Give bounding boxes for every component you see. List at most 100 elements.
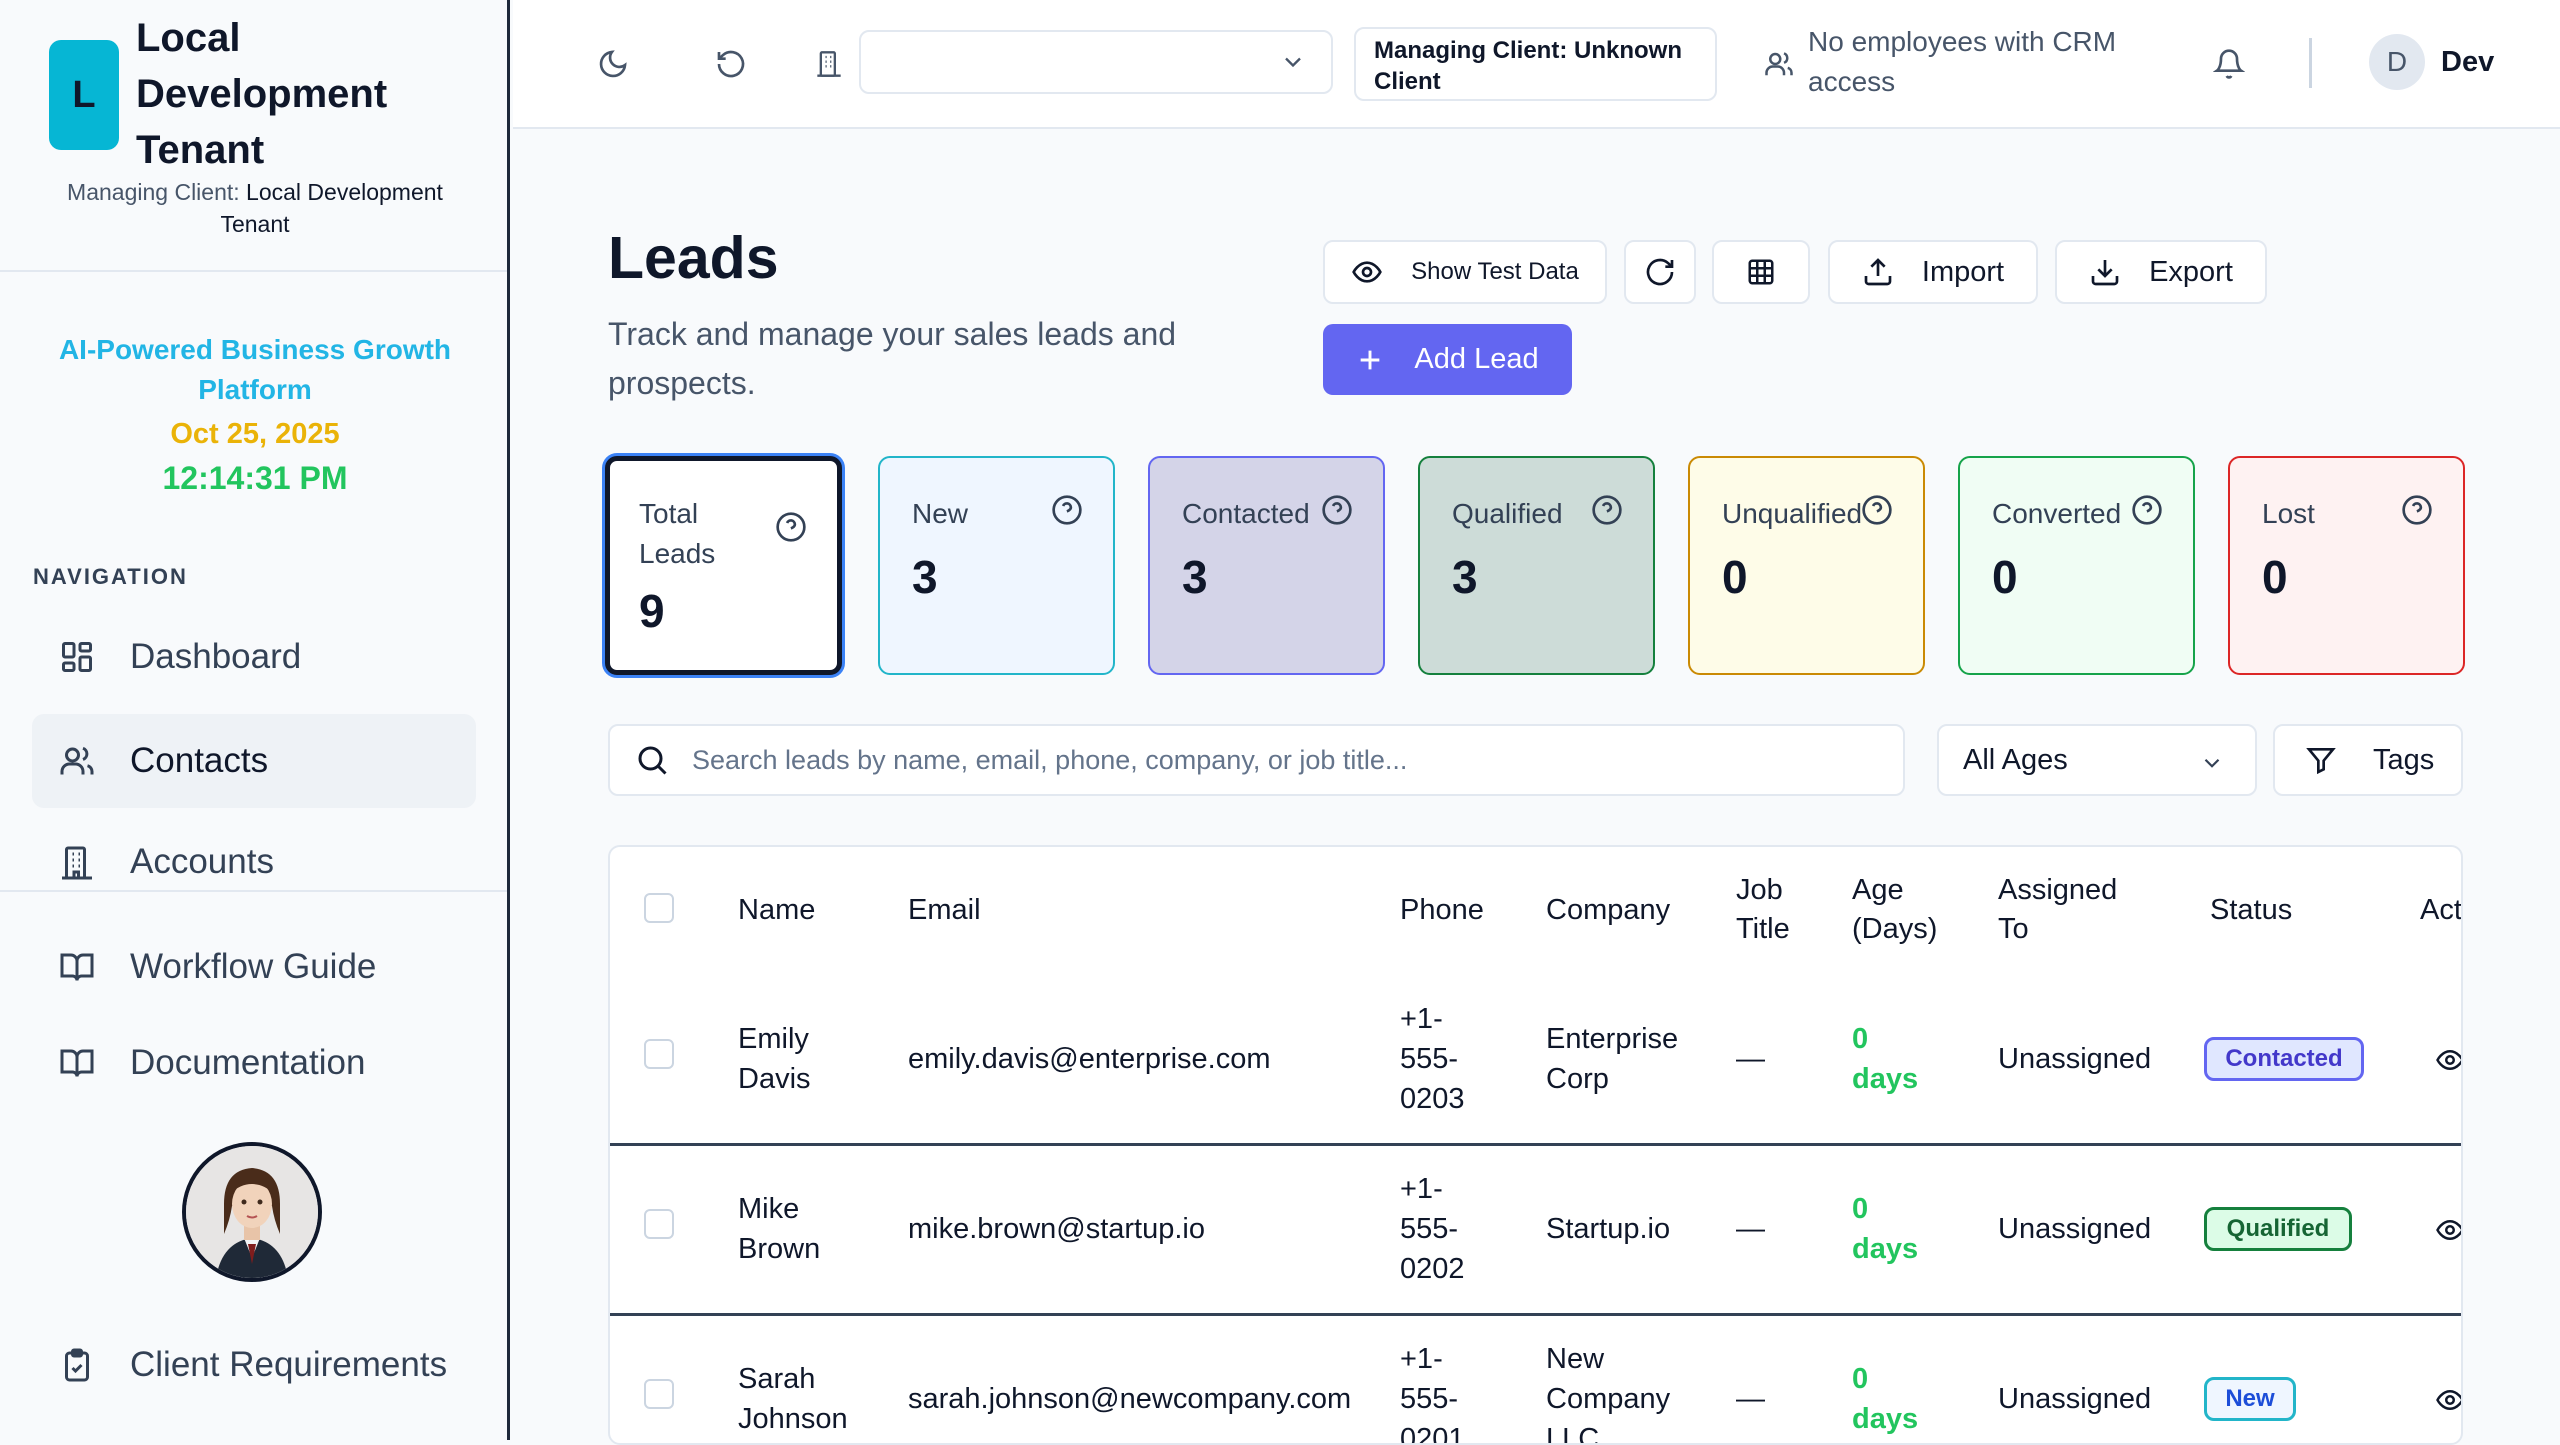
column-header-company[interactable]: Company [1546, 891, 1670, 930]
lead-name[interactable]: Mike Brown [738, 1189, 848, 1269]
users-icon [1759, 44, 1799, 84]
platform-tagline: AI-Powered Business Growth Platform [58, 334, 452, 405]
help-icon[interactable] [2131, 494, 2163, 526]
users-icon [56, 740, 98, 782]
crm-access-status: No employees with CRM access [1808, 26, 2117, 97]
lead-phone: +1-555-0201 [1400, 1343, 1465, 1445]
managing-client-prefix: Managing Client: [67, 179, 240, 205]
lead-name[interactable]: Emily Davis [738, 1019, 848, 1099]
eye-icon[interactable] [2435, 1045, 2461, 1075]
building-icon[interactable] [809, 44, 849, 84]
age-filter-value: All Ages [1963, 743, 2068, 776]
column-header-job-title[interactable]: Job Title [1736, 871, 1796, 949]
search-icon [634, 742, 670, 778]
moon-icon[interactable] [593, 44, 633, 84]
stat-card-new[interactable]: New 3 [878, 456, 1115, 675]
managing-client-badge: Managing Client: Unknown Client [1354, 27, 1717, 101]
bell-icon[interactable] [2209, 44, 2249, 84]
row-checkbox[interactable] [644, 1379, 674, 1409]
nav-item-contacts[interactable]: Contacts [32, 714, 476, 808]
tags-filter-button[interactable]: Tags [2273, 724, 2463, 796]
stat-label: Converted [1992, 498, 2122, 529]
nav-label: Workflow Guide [130, 947, 377, 986]
stat-card-total-leads[interactable]: Total Leads 9 [605, 456, 842, 675]
column-header-name[interactable]: Name [738, 891, 815, 930]
add-lead-button[interactable]: Add Lead [1323, 324, 1572, 395]
stat-value: 3 [1452, 551, 1478, 603]
nav-item-workflow-guide[interactable]: Workflow Guide [32, 920, 476, 1014]
status-badge[interactable]: Contacted [2204, 1037, 2364, 1081]
status-badge[interactable]: Qualified [2204, 1207, 2352, 1251]
row-divider [610, 1313, 2461, 1316]
button-label: Add Lead [1414, 343, 1539, 375]
help-icon[interactable] [2401, 494, 2433, 526]
stat-card-lost[interactable]: Lost 0 [2228, 456, 2465, 675]
select-all-checkbox[interactable] [644, 893, 674, 923]
help-icon[interactable] [1051, 494, 1083, 526]
lead-company: Startup.io [1546, 1213, 1671, 1245]
stat-card-unqualified[interactable]: Unqualified 0 [1688, 456, 1925, 675]
stat-label: Qualified [1452, 498, 1563, 529]
search-input[interactable]: Search leads by name, email, phone, comp… [608, 724, 1905, 796]
show-test-data-button[interactable]: Show Test Data [1323, 240, 1607, 304]
row-checkbox[interactable] [644, 1039, 674, 1069]
user-avatar[interactable]: D [2369, 34, 2425, 90]
page-subtitle: Track and manage your sales leads and pr… [608, 316, 1177, 401]
stat-label: Unqualified [1722, 498, 1863, 529]
eye-icon[interactable] [2435, 1215, 2461, 1245]
age-filter-select[interactable]: All Ages [1937, 724, 2257, 796]
eye-icon[interactable] [2435, 1385, 2461, 1415]
nav-label: Documentation [130, 1043, 366, 1082]
divider [0, 890, 507, 892]
divider [2309, 38, 2312, 88]
building-icon [56, 842, 98, 884]
tenant-select[interactable] [859, 30, 1333, 94]
user-name[interactable]: Dev [2441, 46, 2494, 79]
help-icon[interactable] [1591, 494, 1623, 526]
lead-name[interactable]: Sarah Johnson [738, 1359, 878, 1439]
help-icon[interactable] [1861, 494, 1893, 526]
column-header-email[interactable]: Email [908, 891, 981, 930]
stat-label: Total Leads [639, 498, 716, 569]
import-button[interactable]: Import [1828, 240, 2038, 304]
plus-icon [1356, 346, 1384, 374]
row-checkbox[interactable] [644, 1209, 674, 1239]
current-date: Oct 25, 2025 [170, 418, 340, 450]
lead-phone: +1-555-0203 [1400, 1003, 1465, 1115]
column-header-assigned-to[interactable]: Assigned To [1998, 871, 2138, 949]
upload-icon [1862, 256, 1894, 288]
stat-card-qualified[interactable]: Qualified 3 [1418, 456, 1655, 675]
status-badge[interactable]: New [2204, 1377, 2296, 1421]
nav-item-accounts[interactable]: Accounts [32, 818, 476, 890]
stat-card-contacted[interactable]: Contacted 3 [1148, 456, 1385, 675]
lead-company: Enterprise Corp [1546, 1023, 1679, 1095]
column-header-status[interactable]: Status [2210, 891, 2292, 930]
brand-logo: L [49, 40, 119, 150]
help-icon[interactable] [1321, 494, 1353, 526]
managing-client-value: Local Development Tenant [220, 179, 443, 237]
nav-label: Dashboard [130, 637, 302, 676]
export-button[interactable]: Export [2055, 240, 2267, 304]
nav-item-client-requirements[interactable]: Client Requirements [32, 1318, 476, 1412]
assistant-avatar[interactable] [182, 1142, 322, 1282]
table-view-button[interactable] [1712, 240, 1810, 304]
divider [0, 270, 507, 272]
lead-email: mike.brown@startup.io [908, 1213, 1205, 1245]
tags-label: Tags [2373, 743, 2435, 776]
column-header-phone[interactable]: Phone [1400, 891, 1484, 930]
row-divider [610, 1143, 2461, 1146]
refresh-button[interactable] [1624, 240, 1696, 304]
managing-client-info: Managing Client: Local Development Tenan… [40, 176, 470, 240]
lead-company: New Company LLC [1546, 1343, 1671, 1445]
stat-value: 9 [639, 585, 665, 637]
column-header-actions[interactable]: Act [2420, 891, 2461, 930]
lead-assigned-to: Unassigned [1998, 1043, 2152, 1075]
refresh-icon[interactable] [711, 44, 751, 84]
nav-item-documentation[interactable]: Documentation [32, 1016, 476, 1110]
nav-item-dashboard[interactable]: Dashboard [32, 610, 476, 704]
column-header-age[interactable]: Age (Days) [1852, 871, 1942, 949]
button-label: Export [2149, 255, 2233, 288]
lead-age: 0 days [1852, 1363, 1919, 1435]
stat-card-converted[interactable]: Converted 0 [1958, 456, 2195, 675]
help-icon[interactable] [775, 511, 807, 543]
